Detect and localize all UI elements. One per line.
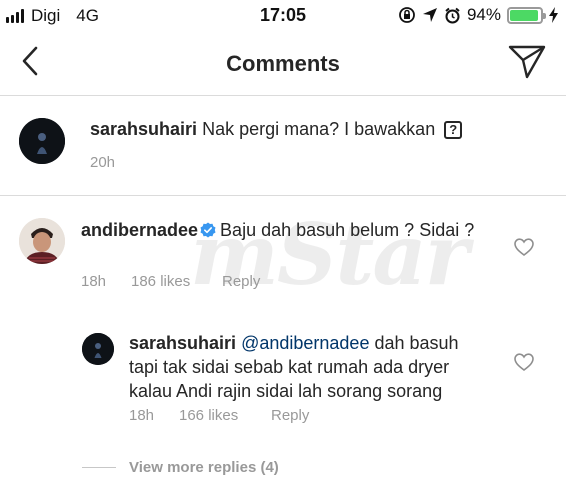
- reply-line-2: tapi tak sidai sebab kat rumah ada dryer: [129, 357, 450, 377]
- reply-body-1: dah basuh: [374, 333, 459, 353]
- comment-body: Baju dah basuh belum ? Sidai ?: [220, 220, 475, 240]
- view-more-replies-link[interactable]: View more replies (4): [129, 459, 279, 476]
- reply-time: 18h: [129, 407, 155, 424]
- direct-send-icon[interactable]: [508, 44, 546, 80]
- status-right: 94%: [398, 5, 558, 25]
- alarm-clock-icon: [445, 7, 460, 23]
- reply-text: sarahsuhairi @andibernadee dah basuh tap…: [129, 331, 509, 403]
- avatar[interactable]: [19, 218, 65, 264]
- avatar[interactable]: [19, 118, 65, 164]
- status-bar: Digi 4G 17:05 94%: [0, 0, 566, 30]
- orientation-lock-icon: [399, 7, 415, 23]
- caption-body: Nak pergi mana? I bawakkan: [202, 119, 436, 139]
- post-caption: sarahsuhairi Nak pergi mana? I bawakkan …: [0, 97, 566, 196]
- battery-percent: 94%: [466, 5, 501, 24]
- comment-username[interactable]: andibernadee: [81, 220, 198, 240]
- avatar-image: [19, 218, 65, 264]
- reply-button[interactable]: Reply: [222, 273, 260, 290]
- comment-text: andibernadee Baju dah basuh belum ? Sida…: [81, 218, 491, 242]
- heart-icon[interactable]: [514, 238, 534, 256]
- reply-likes[interactable]: 166 likes: [179, 407, 238, 424]
- battery-level: [510, 9, 539, 21]
- reply-line-3: kalau Andi rajin sidai lah sorang sorang: [129, 381, 443, 401]
- page-title: Comments: [226, 51, 340, 76]
- avatar-image: [82, 333, 114, 365]
- reply-line-1: sarahsuhairi @andibernadee dah basuh: [129, 331, 509, 355]
- caption-time: 20h: [90, 154, 116, 171]
- verified-badge-icon: [200, 222, 216, 238]
- mention-link[interactable]: @andibernadee: [241, 333, 369, 353]
- view-more-divider: [82, 467, 116, 468]
- caption-text: sarahsuhairi Nak pergi mana? I bawakkan …: [90, 119, 463, 140]
- nav-bar: Comments: [0, 30, 566, 96]
- reply-username[interactable]: sarahsuhairi: [129, 333, 236, 353]
- reply-button[interactable]: Reply: [271, 407, 309, 424]
- emoji-icon: ?: [444, 121, 463, 139]
- avatar[interactable]: [82, 333, 114, 365]
- battery-icon: [507, 6, 546, 24]
- charging-bolt-icon: [549, 7, 558, 23]
- comment-time: 18h: [81, 273, 107, 290]
- comment-likes[interactable]: 186 likes: [131, 273, 190, 290]
- heart-icon[interactable]: [514, 353, 534, 371]
- avatar-image: [19, 118, 65, 164]
- caption-username[interactable]: sarahsuhairi: [90, 119, 197, 139]
- location-arrow-icon: [422, 8, 437, 22]
